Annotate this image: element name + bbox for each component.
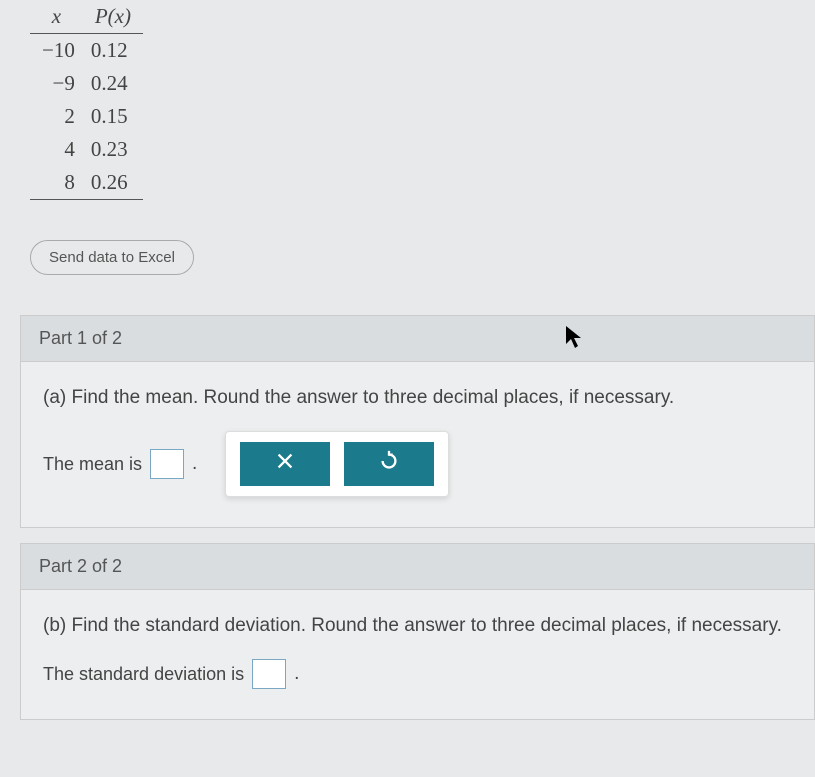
clear-button[interactable] <box>240 442 330 486</box>
table-row: 8 0.26 <box>30 166 143 200</box>
send-to-excel-button[interactable]: Send data to Excel <box>30 240 194 275</box>
stddev-input[interactable] <box>252 659 286 689</box>
table-row: 2 0.15 <box>30 100 143 133</box>
part-1-box: Part 1 of 2 (a) Find the mean. Round the… <box>20 315 815 528</box>
header-x: x <box>30 0 83 34</box>
undo-icon <box>378 450 400 478</box>
cursor-icon <box>564 324 584 357</box>
mean-input[interactable] <box>150 449 184 479</box>
stddev-label: The standard deviation is <box>43 664 244 685</box>
part-2-box: Part 2 of 2 (b) Find the standard deviat… <box>20 543 815 720</box>
x-icon <box>274 450 296 478</box>
period: . <box>192 453 197 475</box>
header-px: P(x) <box>83 0 143 34</box>
answer-button-group <box>225 431 449 497</box>
mean-label: The mean is <box>43 454 142 475</box>
probability-table: x P(x) −10 0.12 −9 0.24 2 0.15 4 0.23 8 <box>30 0 143 200</box>
reset-button[interactable] <box>344 442 434 486</box>
part-1-title: Part 1 of 2 <box>39 328 122 348</box>
part-1-question: (a) Find the mean. Round the answer to t… <box>43 387 792 409</box>
part-2-header: Part 2 of 2 <box>21 544 814 590</box>
table-row: −9 0.24 <box>30 67 143 100</box>
table-row: 4 0.23 <box>30 133 143 166</box>
period: . <box>294 663 299 685</box>
table-row: −10 0.12 <box>30 34 143 68</box>
part-1-header: Part 1 of 2 <box>21 316 814 362</box>
part-2-question: (b) Find the standard deviation. Round t… <box>43 615 792 637</box>
